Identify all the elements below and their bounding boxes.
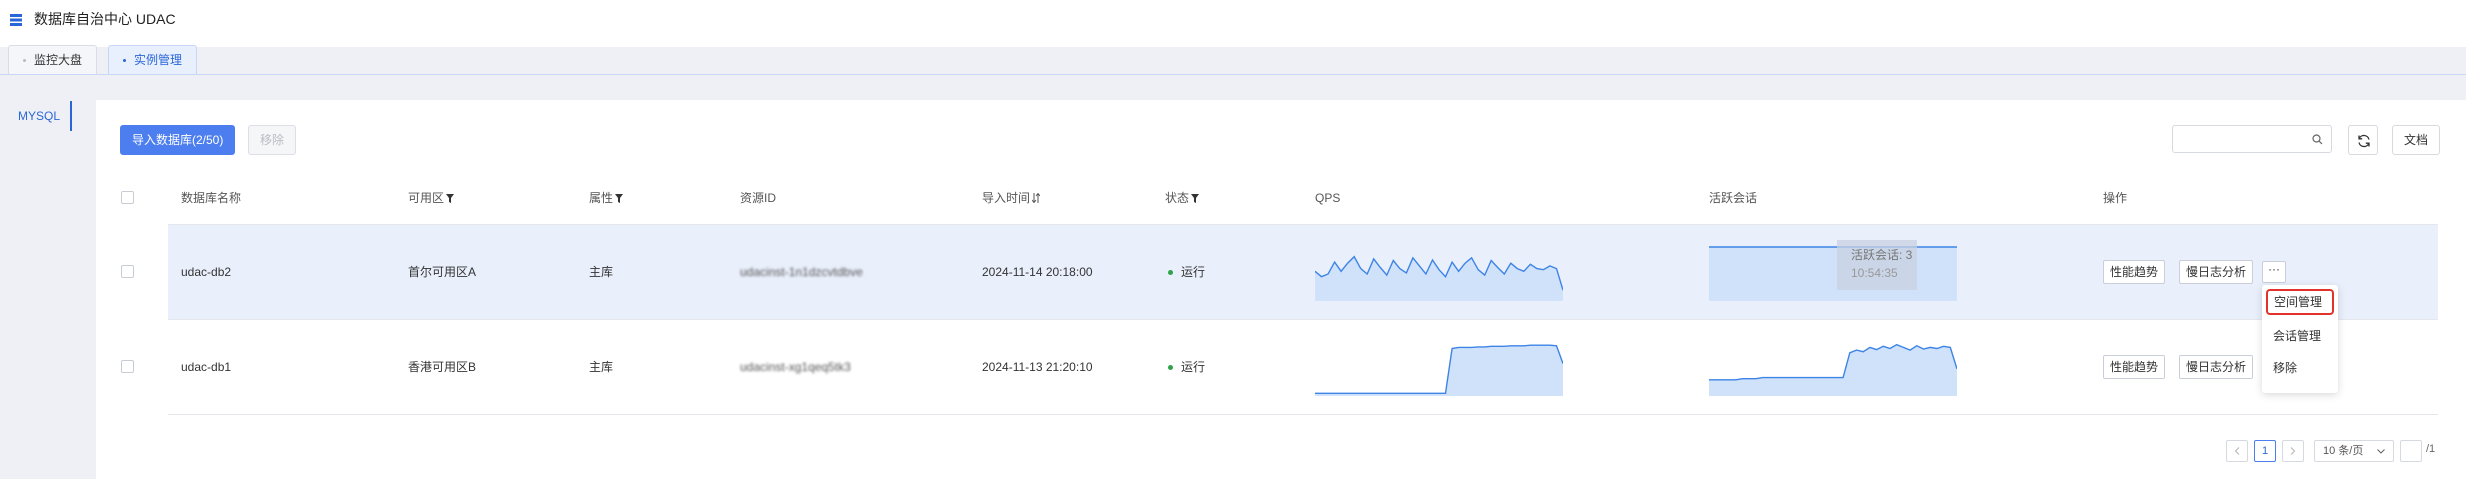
status-label: 运行 xyxy=(1181,360,1206,374)
refresh-icon xyxy=(2358,134,2370,148)
status-running-dot xyxy=(1168,270,1173,275)
remove-button[interactable]: 移除 xyxy=(248,125,297,155)
slow-log-analysis-button[interactable]: 慢日志分析 xyxy=(2179,355,2254,379)
sparkline-area xyxy=(1709,247,1957,301)
table-row[interactable] xyxy=(168,320,2438,415)
column-header-attr[interactable]: 属性 xyxy=(589,190,624,206)
column-header-zone-label: 可用区 xyxy=(408,191,445,205)
column-header-resource-id: 资源ID xyxy=(740,191,777,205)
tab-dot-icon xyxy=(23,59,26,63)
chevron-left-icon xyxy=(2234,447,2240,455)
tab-divider xyxy=(0,74,2466,75)
cell-attr: 主库 xyxy=(589,360,614,374)
cell-attr: 主库 xyxy=(589,265,614,279)
column-header-actions: 操作 xyxy=(2103,191,2128,205)
status-label: 运行 xyxy=(1181,265,1206,279)
refresh-button[interactable] xyxy=(2348,125,2378,155)
cell-db-name: udac-db1 xyxy=(181,360,232,374)
tab-dot-icon xyxy=(123,59,126,63)
table-row[interactable] xyxy=(168,225,2438,320)
page-size-select[interactable]: 10 条/页 xyxy=(2314,440,2394,462)
cell-import-time: 2024-11-14 20:18:00 xyxy=(982,265,1093,279)
sessions-sparkline xyxy=(1709,246,1957,301)
page-size-value: 10 条/页 xyxy=(2323,445,2364,457)
tab-label: 监控大盘 xyxy=(34,53,83,67)
import-database-button[interactable]: 导入数据库(2/50) xyxy=(120,125,236,155)
tab-label: 实例管理 xyxy=(134,53,183,67)
performance-trend-button[interactable]: 性能趋势 xyxy=(2103,355,2166,379)
cell-zone: 首尔可用区A xyxy=(408,265,477,279)
sidebar: MYSQL xyxy=(0,75,80,479)
column-header-status[interactable]: 状态 xyxy=(1165,190,1200,206)
app-header: 数据库自治中心 UDAC xyxy=(0,0,2466,47)
page-jump-input[interactable] xyxy=(2400,440,2422,462)
sort-icon[interactable] xyxy=(1032,193,1041,203)
cell-status: 运行 xyxy=(1168,264,1205,280)
filter-icon[interactable] xyxy=(615,194,624,203)
tab-instance-management[interactable]: 实例管理 xyxy=(108,45,198,75)
search-icon[interactable] xyxy=(2312,134,2323,145)
filter-icon[interactable] xyxy=(1191,194,1200,203)
row-checkbox[interactable] xyxy=(121,265,134,278)
menu-item-session-management[interactable]: 会话管理 xyxy=(2268,323,2336,349)
column-header-import-time[interactable]: 导入时间 xyxy=(982,190,1041,206)
qps-sparkline xyxy=(1315,344,1563,396)
select-all-checkbox[interactable] xyxy=(121,191,134,204)
database-grid-icon xyxy=(10,14,22,26)
prev-page-button[interactable] xyxy=(2226,440,2248,462)
column-header-name: 数据库名称 xyxy=(181,191,242,205)
column-header-import-time-label: 导入时间 xyxy=(982,191,1031,205)
cell-zone: 香港可用区B xyxy=(408,360,477,374)
total-pages: /1 xyxy=(2426,443,2436,455)
tooltip-value: 活跃会话: 3 xyxy=(1851,248,1913,262)
search-box[interactable] xyxy=(2172,125,2332,153)
tab-monitor-dashboard[interactable]: 监控大盘 xyxy=(8,45,98,75)
chart-tooltip: 活跃会话: 3 10:54:35 xyxy=(1837,240,1917,290)
performance-trend-button[interactable]: 性能趋势 xyxy=(2103,260,2166,284)
more-actions-menu: 空间管理 会话管理 移除 xyxy=(2262,285,2338,393)
filter-icon[interactable] xyxy=(446,194,455,203)
cell-resource-id: udacinst-xg1qeq5tk3 xyxy=(740,360,851,374)
docs-button[interactable]: 文档 xyxy=(2392,125,2441,155)
sparkline-area xyxy=(1709,344,1957,396)
cell-import-time: 2024-11-13 21:20:10 xyxy=(982,360,1093,374)
chevron-right-icon xyxy=(2290,447,2296,455)
more-actions-button[interactable]: ··· xyxy=(2262,261,2286,283)
sparkline-area xyxy=(1315,345,1563,396)
cell-db-name: udac-db2 xyxy=(181,265,232,279)
cell-status: 运行 xyxy=(1168,359,1205,375)
page-1-button[interactable]: 1 xyxy=(2254,440,2276,462)
column-header-sessions: 活跃会话 xyxy=(1709,191,1758,205)
column-header-qps: QPS xyxy=(1315,191,1341,205)
column-header-status-label: 状态 xyxy=(1165,191,1190,205)
sessions-sparkline xyxy=(1709,343,1957,396)
menu-item-space-management[interactable]: 空间管理 xyxy=(2266,289,2334,315)
next-page-button[interactable] xyxy=(2282,440,2304,462)
column-header-zone[interactable]: 可用区 xyxy=(408,190,455,206)
menu-item-remove[interactable]: 移除 xyxy=(2268,355,2336,381)
tooltip-time: 10:54:35 xyxy=(1851,266,1898,280)
sparkline-area xyxy=(1315,256,1563,301)
slow-log-analysis-button[interactable]: 慢日志分析 xyxy=(2179,260,2254,284)
app-title: 数据库自治中心 UDAC xyxy=(34,11,176,27)
row-checkbox[interactable] xyxy=(121,360,134,373)
status-running-dot xyxy=(1168,365,1173,370)
cell-resource-id: udacinst-1n1dzcvtdbve xyxy=(740,265,863,279)
sidebar-item-mysql[interactable]: MYSQL xyxy=(0,101,72,131)
qps-sparkline xyxy=(1315,255,1563,301)
column-header-attr-label: 属性 xyxy=(589,191,614,205)
search-input[interactable] xyxy=(2179,130,2307,148)
chevron-down-icon xyxy=(2377,449,2385,454)
